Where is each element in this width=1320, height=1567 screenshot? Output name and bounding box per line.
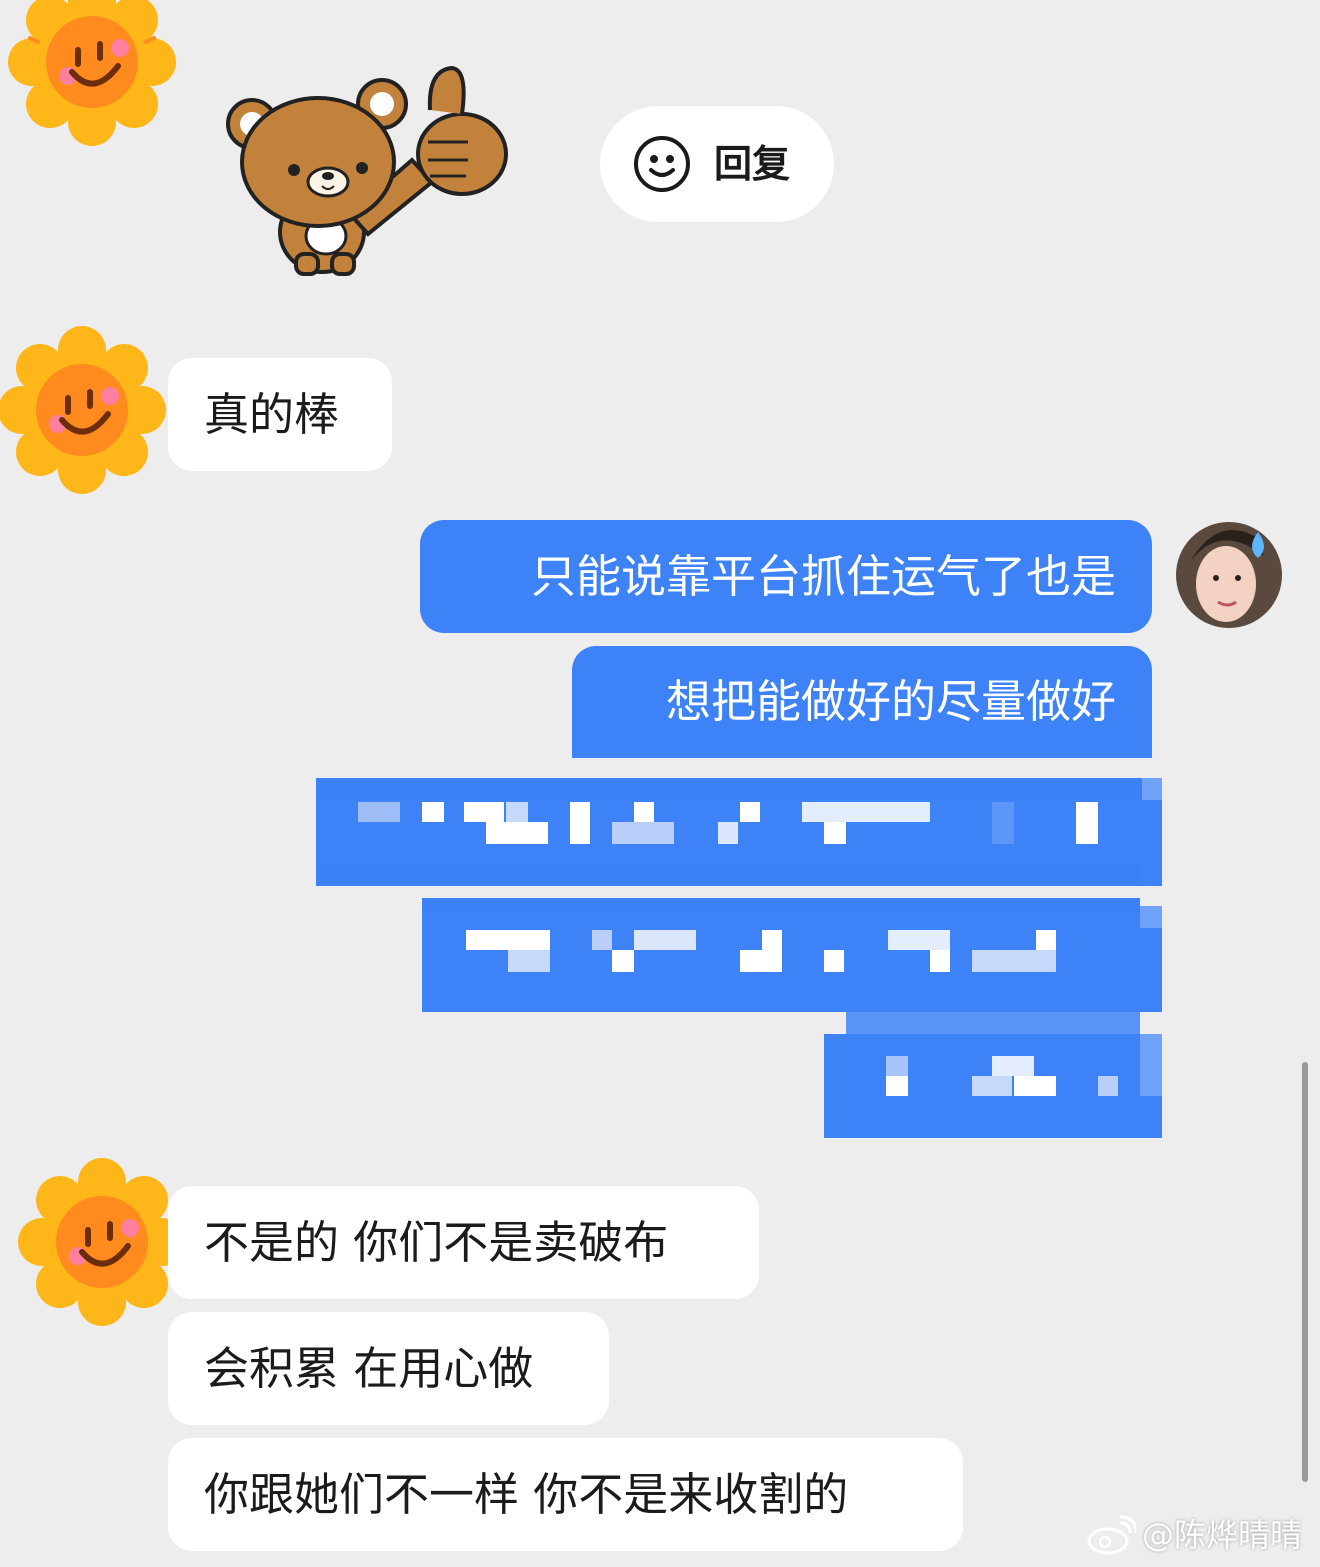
chat-scrollbar[interactable] [1302, 1062, 1308, 1482]
message-bubble-incoming[interactable]: 你跟她们不一样 你不是来收割的 [168, 1438, 963, 1551]
bear-thumbs-up-sticker[interactable] [222, 64, 514, 276]
watermark-text: @陈烨晴晴 [1142, 1516, 1303, 1554]
message-bubble-incoming[interactable]: 会积累 在用心做 [168, 1312, 609, 1425]
message-text: 想把能做好的尽量做好 [665, 675, 1116, 728]
contact-avatar-sunflower[interactable] [8, 0, 176, 146]
contact-avatar-sunflower[interactable] [18, 1158, 186, 1326]
reply-button[interactable]: 回复 [600, 106, 834, 222]
watermark: @陈烨晴晴 [1086, 1512, 1302, 1558]
pixelated-message-bubble[interactable] [316, 778, 1162, 886]
contact-avatar-sunflower[interactable] [0, 326, 166, 494]
pixelated-message-bubble[interactable] [824, 1012, 1162, 1138]
message-text: 你跟她们不一样 你不是来收割的 [204, 1467, 849, 1521]
message-bubble-incoming[interactable]: 真的棒 [168, 358, 392, 471]
self-avatar[interactable] [1176, 522, 1282, 628]
message-text: 会积累 在用心做 [204, 1341, 534, 1395]
profile-photo-icon [1176, 522, 1282, 628]
smile-face-icon [634, 136, 690, 192]
message-text: 只能说靠平台抓住运气了也是 [530, 549, 1116, 603]
message-text: 不是的 你们不是卖破布 [204, 1215, 669, 1269]
message-bubble-incoming[interactable]: 不是的 你们不是卖破布 [168, 1186, 759, 1299]
message-bubble-outgoing[interactable]: 想把能做好的尽量做好 [572, 646, 1152, 758]
reply-label: 回复 [714, 142, 791, 186]
weibo-logo-icon [1087, 1515, 1136, 1555]
message-text: 真的棒 [204, 387, 340, 441]
message-bubble-outgoing[interactable]: 只能说靠平台抓住运气了也是 [420, 520, 1152, 633]
pixelated-message-bubble[interactable] [422, 898, 1162, 1012]
